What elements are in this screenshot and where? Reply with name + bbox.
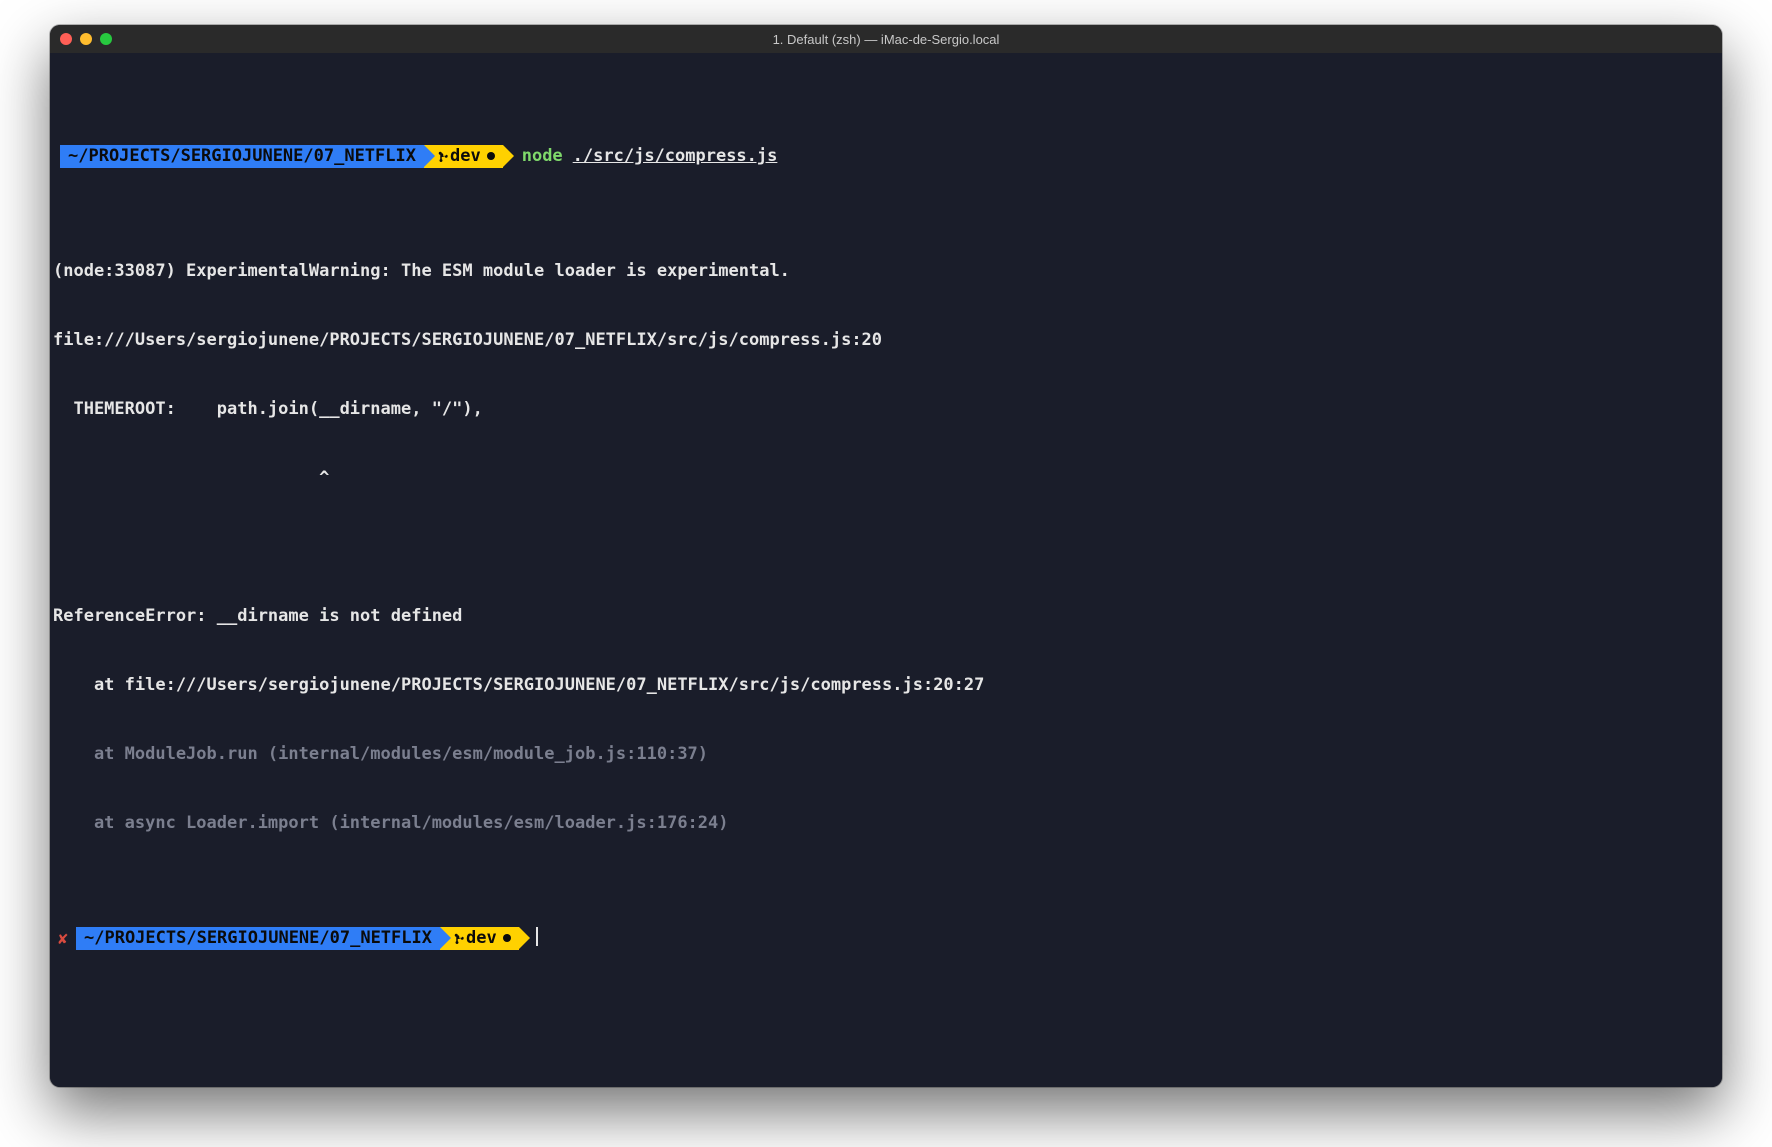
- text-cursor[interactable]: [536, 927, 538, 946]
- prompt-branch-segment: dev: [440, 927, 519, 950]
- close-icon[interactable]: [60, 33, 72, 45]
- command-bin: node: [522, 145, 563, 168]
- prompt-path: ~/PROJECTS/SERGIOJUNENE/07_NETFLIX: [84, 927, 432, 950]
- output-line: ReferenceError: __dirname is not defined: [50, 605, 462, 628]
- terminal-output-area[interactable]: ~/PROJECTS/SERGIOJUNENE/07_NETFLIX dev n…: [50, 53, 1722, 1087]
- window-titlebar[interactable]: 1. Default (zsh) — iMac-de-Sergio.local: [50, 25, 1722, 53]
- prompt-line: ~/PROJECTS/SERGIOJUNENE/07_NETFLIX dev n…: [60, 145, 777, 168]
- command-arg: ./src/js/compress.js: [563, 145, 778, 168]
- prompt-line: ~/PROJECTS/SERGIOJUNENE/07_NETFLIX dev: [76, 927, 538, 950]
- git-branch-icon: [438, 150, 450, 164]
- terminal-window: 1. Default (zsh) — iMac-de-Sergio.local …: [50, 25, 1722, 1087]
- maximize-icon[interactable]: [100, 33, 112, 45]
- chevron-right-icon: [503, 145, 514, 167]
- output-line: ^: [50, 467, 329, 490]
- chevron-right-icon: [440, 927, 451, 949]
- window-title: 1. Default (zsh) — iMac-de-Sergio.local: [50, 32, 1722, 47]
- output-line: [50, 536, 53, 559]
- minimize-icon[interactable]: [80, 33, 92, 45]
- output-line: at ModuleJob.run (internal/modules/esm/m…: [50, 743, 708, 766]
- output-line: at file:///Users/sergiojunene/PROJECTS/S…: [50, 674, 984, 697]
- prompt-path: ~/PROJECTS/SERGIOJUNENE/07_NETFLIX: [68, 145, 416, 168]
- output-line: file:///Users/sergiojunene/PROJECTS/SERG…: [50, 329, 882, 352]
- prompt-branch: dev: [466, 927, 497, 950]
- command: node ./src/js/compress.js: [514, 145, 778, 168]
- prompt-branch-segment: dev: [424, 145, 503, 168]
- git-branch-icon: [454, 932, 466, 946]
- prompt-path-segment: ~/PROJECTS/SERGIOJUNENE/07_NETFLIX: [60, 145, 424, 168]
- output-line: THEMEROOT: path.join(__dirname, "/"),: [50, 398, 483, 421]
- chevron-right-icon: [519, 927, 530, 949]
- dirty-dot-icon: [487, 152, 495, 160]
- dirty-dot-icon: [503, 934, 511, 942]
- status-error-icon: ✘: [50, 927, 76, 950]
- prompt-path-segment: ~/PROJECTS/SERGIOJUNENE/07_NETFLIX: [76, 927, 440, 950]
- traffic-lights: [60, 33, 112, 45]
- prompt-branch: dev: [450, 145, 481, 168]
- output-line: at async Loader.import (internal/modules…: [50, 812, 729, 835]
- output-line: (node:33087) ExperimentalWarning: The ES…: [50, 260, 790, 283]
- chevron-right-icon: [424, 145, 435, 167]
